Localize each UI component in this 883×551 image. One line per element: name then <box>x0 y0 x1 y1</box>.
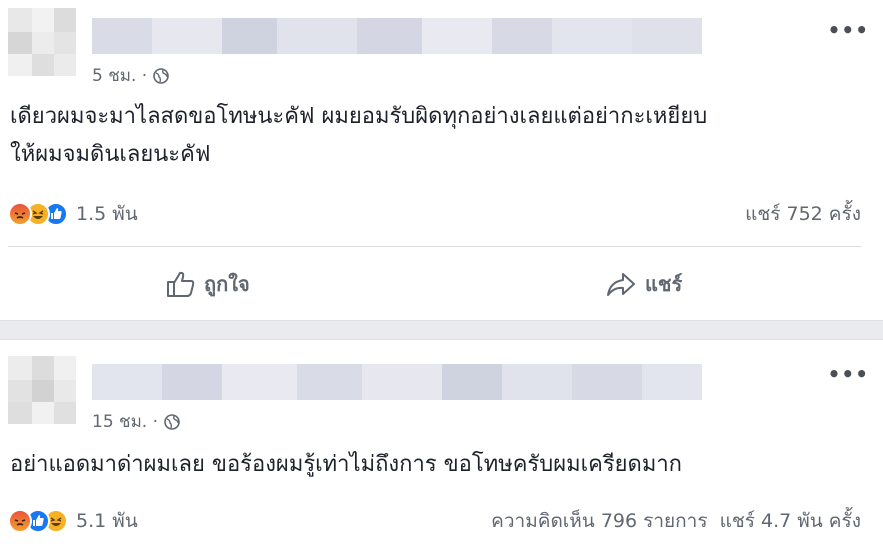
share-button[interactable]: แชร์ <box>605 268 682 300</box>
share-arrow-icon <box>607 273 635 296</box>
post-text-line: ให้ผมจมดินเลยนะคัฟ <box>10 142 211 167</box>
like-button[interactable]: ถูกใจ <box>166 268 250 300</box>
like-label: ถูกใจ <box>204 272 250 296</box>
post-meta: 5 ชม. · <box>92 62 169 89</box>
angry-reaction-icon <box>8 509 32 533</box>
reaction-count[interactable]: 5.1 พัน <box>76 506 138 536</box>
post-1: 5 ชม. · ••• เดียวผมจะมาไลสดขอโทษนะคัฟ ผม… <box>0 0 883 320</box>
thumbs-up-icon <box>167 271 195 297</box>
more-options-icon[interactable]: ••• <box>828 362 869 386</box>
post-text: อย่าแอดมาด่าผมเลย ขอร้องผมรู้เท่าไม่ถึงก… <box>10 446 870 484</box>
comment-share-counts[interactable]: ความคิดเห็น 796 รายการ แชร์ 4.7 พัน ครั้… <box>491 506 861 536</box>
divider <box>8 246 861 247</box>
post-time[interactable]: 5 ชม. · <box>92 62 147 89</box>
post-2: 15 ชม. · ••• อย่าแอดมาด่าผมเลย ขอร้องผมร… <box>0 340 883 551</box>
feed-separator <box>0 320 883 340</box>
post-time[interactable]: 15 ชม. · <box>92 408 158 435</box>
reaction-count[interactable]: 1.5 พัน <box>76 199 138 229</box>
post-text: เดียวผมจะมาไลสดขอโทษนะคัฟ ผมยอมรับผิดทุก… <box>10 98 870 174</box>
angry-reaction-icon <box>8 202 32 226</box>
author-name-blurred[interactable] <box>92 18 702 54</box>
reaction-summary[interactable]: 1.5 พัน <box>8 199 138 229</box>
post-meta: 15 ชม. · <box>92 408 180 435</box>
avatar-blurred[interactable] <box>8 8 76 76</box>
post-text-line: เดียวผมจะมาไลสดขอโทษนะคัฟ ผมยอมรับผิดทุก… <box>10 104 708 129</box>
globe-icon <box>164 413 180 430</box>
author-name-blurred[interactable] <box>92 364 702 400</box>
share-label: แชร์ <box>645 272 683 296</box>
more-options-icon[interactable]: ••• <box>828 18 869 42</box>
globe-icon <box>153 67 169 84</box>
reaction-summary[interactable]: 5.1 พัน <box>8 506 138 536</box>
share-count[interactable]: แชร์ 752 ครั้ง <box>745 199 861 229</box>
avatar-blurred[interactable] <box>8 356 76 424</box>
post-text-line: อย่าแอดมาด่าผมเลย ขอร้องผมรู้เท่าไม่ถึงก… <box>10 452 682 477</box>
